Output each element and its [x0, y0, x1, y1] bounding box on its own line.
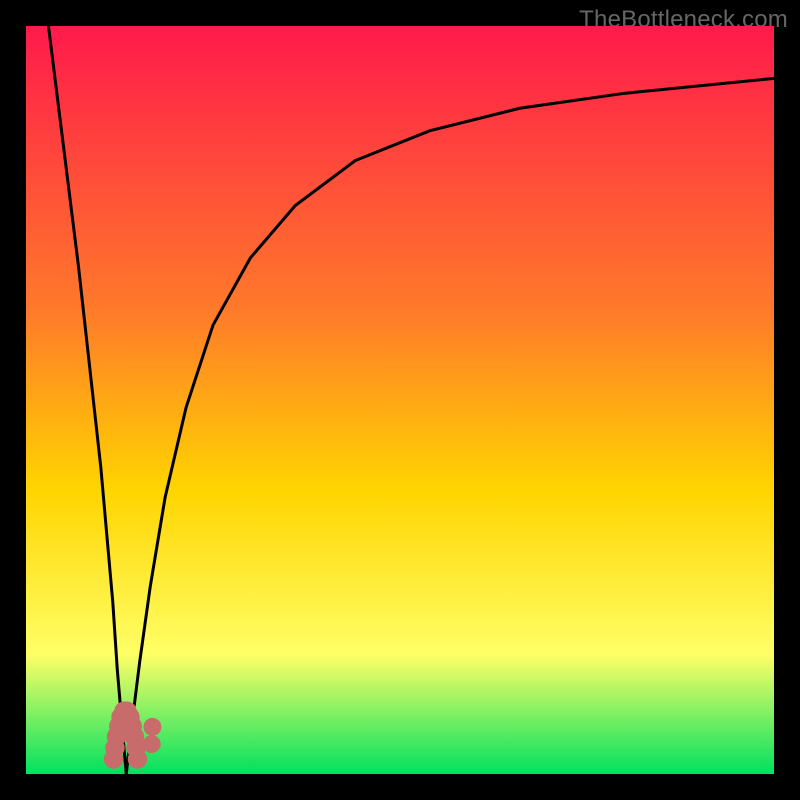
plot-area	[26, 26, 774, 774]
marker-dot	[143, 735, 161, 753]
marker-dot	[128, 749, 147, 768]
marker-dot	[143, 718, 161, 736]
bottleneck-chart	[26, 26, 774, 774]
chart-frame: TheBottleneck.com	[0, 0, 800, 800]
